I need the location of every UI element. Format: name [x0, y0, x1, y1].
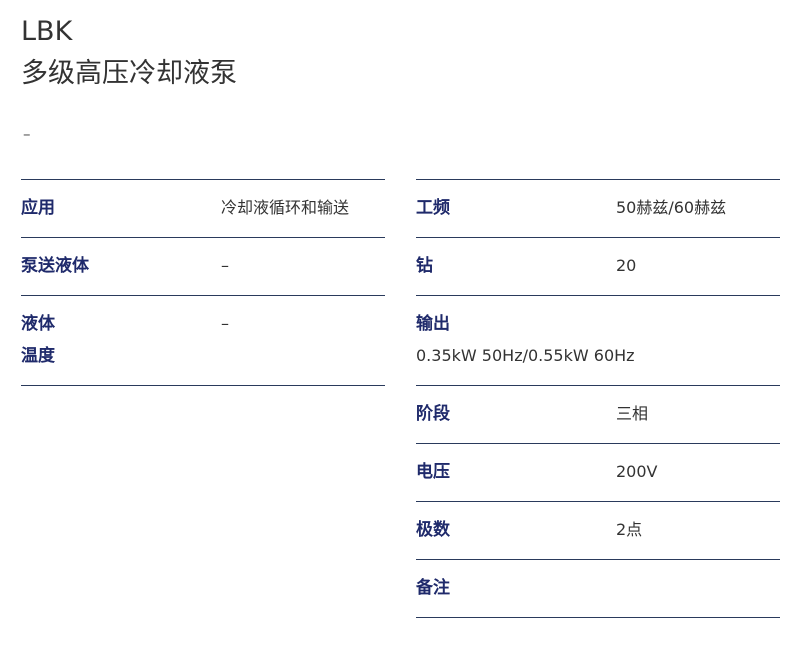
spec-value: 20 — [616, 256, 637, 275]
spec-label: 泵送液体 — [21, 256, 89, 276]
spec-value: – — [221, 256, 229, 275]
spec-row-application: 应用 冷却液循环和输送 — [21, 179, 385, 237]
spec-row-frequency: 工频 50赫兹/60赫兹 — [416, 179, 780, 237]
spec-label: 输出 — [416, 314, 450, 334]
spec-row-bore: 钻 20 — [416, 237, 780, 295]
spec-value: 冷却液循环和输送 — [221, 198, 350, 217]
spec-label: 钻 — [416, 256, 433, 276]
spec-value: – — [221, 314, 229, 333]
spec-value: 200V — [616, 462, 658, 481]
spec-label-line2: 温度 — [21, 346, 55, 366]
product-model: LBK — [21, 16, 73, 47]
spec-label: 阶段 — [416, 404, 450, 424]
spec-label: 电压 — [416, 462, 450, 482]
spec-label: 应用 — [21, 198, 55, 218]
spec-row-poles: 极数 2点 — [416, 501, 780, 559]
spec-label: 液体 温度 — [21, 308, 81, 372]
spec-row-output: 输出 0.35kW 50Hz/0.55kW 60Hz — [416, 295, 780, 385]
spec-value: 0.35kW 50Hz/0.55kW 60Hz — [416, 346, 635, 365]
spec-table-left: 应用 冷却液循环和输送 泵送液体 – 液体 温度 – — [21, 179, 385, 386]
spec-row-phase: 阶段 三相 — [416, 385, 780, 443]
spec-row-voltage: 电压 200V — [416, 443, 780, 501]
product-name: 多级高压冷却液泵 — [21, 58, 237, 89]
spec-table-right: 工频 50赫兹/60赫兹 钻 20 输出 0.35kW 50Hz/0.55kW … — [416, 179, 780, 618]
spec-label-line1: 液体 — [21, 314, 55, 334]
spec-label: 极数 — [416, 520, 450, 540]
spec-label: 工频 — [416, 198, 450, 218]
spec-row-liquid-temperature: 液体 温度 – — [21, 295, 385, 386]
spec-value: 2点 — [616, 520, 643, 539]
spec-label: 备注 — [416, 578, 450, 598]
spec-row-pumped-liquid: 泵送液体 – — [21, 237, 385, 295]
spec-value: 三相 — [616, 404, 649, 423]
spec-value: 50赫兹/60赫兹 — [616, 198, 727, 217]
product-subtitle: – — [23, 125, 31, 143]
spec-row-remarks: 备注 — [416, 559, 780, 618]
